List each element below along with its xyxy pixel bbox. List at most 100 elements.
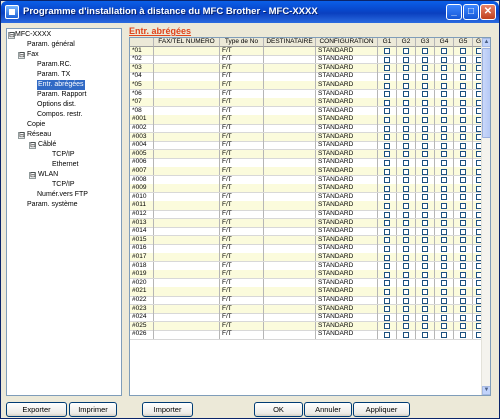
tree-item[interactable]: WLAN <box>38 170 58 180</box>
print-button[interactable]: Imprimer <box>69 402 117 417</box>
group-checkbox[interactable] <box>422 185 428 192</box>
group-checkbox[interactable] <box>384 220 390 227</box>
group-checkbox[interactable] <box>384 263 390 270</box>
group-checkbox[interactable] <box>403 73 409 80</box>
cancel-button[interactable]: Annuler <box>304 402 352 417</box>
group-checkbox[interactable] <box>441 306 447 313</box>
title-bar[interactable]: Programme d'installation à distance du M… <box>1 1 499 23</box>
export-button[interactable]: Exporter <box>6 402 67 417</box>
group-checkbox[interactable] <box>403 314 409 321</box>
group-checkbox[interactable] <box>384 48 390 55</box>
group-checkbox[interactable] <box>441 142 447 149</box>
tree-item[interactable]: Fax <box>27 50 39 60</box>
group-checkbox[interactable] <box>403 194 409 201</box>
group-checkbox[interactable] <box>422 56 428 63</box>
group-checkbox[interactable] <box>460 220 466 227</box>
group-checkbox[interactable] <box>384 228 390 235</box>
group-checkbox[interactable] <box>441 271 447 278</box>
group-checkbox[interactable] <box>422 65 428 72</box>
group-checkbox[interactable] <box>441 263 447 270</box>
column-header[interactable]: CONFIGURATION <box>316 38 378 47</box>
group-checkbox[interactable] <box>460 48 466 55</box>
group-checkbox[interactable] <box>384 271 390 278</box>
group-checkbox[interactable] <box>460 288 466 295</box>
column-header[interactable]: Type de No <box>220 38 264 47</box>
group-checkbox[interactable] <box>403 116 409 123</box>
group-checkbox[interactable] <box>441 151 447 158</box>
tree-item[interactable]: Câblé <box>38 140 56 150</box>
group-checkbox[interactable] <box>384 306 390 313</box>
group-checkbox[interactable] <box>384 56 390 63</box>
tree-expander-icon[interactable]: ⊟ <box>29 171 36 179</box>
tree-item[interactable]: Options dist. <box>37 100 76 110</box>
tree-item[interactable]: TCP/IP <box>52 150 75 160</box>
tree-item[interactable]: Numér.vers FTP <box>37 190 88 200</box>
maximize-button[interactable]: □ <box>463 4 479 20</box>
group-checkbox[interactable] <box>441 108 447 115</box>
group-checkbox[interactable] <box>384 323 390 330</box>
group-checkbox[interactable] <box>441 99 447 106</box>
group-checkbox[interactable] <box>422 314 428 321</box>
group-checkbox[interactable] <box>403 99 409 106</box>
column-header[interactable]: G2 <box>397 38 416 47</box>
minimize-button[interactable]: _ <box>446 4 462 20</box>
group-checkbox[interactable] <box>441 134 447 141</box>
group-checkbox[interactable] <box>384 314 390 321</box>
group-checkbox[interactable] <box>441 48 447 55</box>
group-checkbox[interactable] <box>422 91 428 98</box>
group-checkbox[interactable] <box>384 151 390 158</box>
group-checkbox[interactable] <box>460 263 466 270</box>
tree-expander-icon[interactable]: ⊟ <box>29 141 36 149</box>
group-checkbox[interactable] <box>460 56 466 63</box>
group-checkbox[interactable] <box>403 48 409 55</box>
group-checkbox[interactable] <box>422 263 428 270</box>
group-checkbox[interactable] <box>422 271 428 278</box>
group-checkbox[interactable] <box>403 177 409 184</box>
group-checkbox[interactable] <box>422 211 428 218</box>
group-checkbox[interactable] <box>422 323 428 330</box>
group-checkbox[interactable] <box>460 314 466 321</box>
group-checkbox[interactable] <box>441 116 447 123</box>
group-checkbox[interactable] <box>384 99 390 106</box>
group-checkbox[interactable] <box>460 254 466 261</box>
group-checkbox[interactable] <box>460 151 466 158</box>
group-checkbox[interactable] <box>422 168 428 175</box>
scroll-down-button[interactable]: ▼ <box>482 386 490 395</box>
group-checkbox[interactable] <box>403 56 409 63</box>
group-checkbox[interactable] <box>422 202 428 209</box>
group-checkbox[interactable] <box>384 73 390 80</box>
group-checkbox[interactable] <box>460 237 466 244</box>
group-checkbox[interactable] <box>403 280 409 287</box>
group-checkbox[interactable] <box>460 297 466 304</box>
tree-item[interactable]: Compos. restr. <box>37 110 83 120</box>
group-checkbox[interactable] <box>441 331 447 338</box>
group-checkbox[interactable] <box>403 288 409 295</box>
column-header[interactable]: G3 <box>416 38 435 47</box>
group-checkbox[interactable] <box>403 142 409 149</box>
column-header[interactable] <box>130 38 154 47</box>
group-checkbox[interactable] <box>384 168 390 175</box>
group-checkbox[interactable] <box>460 82 466 89</box>
group-checkbox[interactable] <box>403 271 409 278</box>
scroll-thumb[interactable] <box>482 48 490 138</box>
group-checkbox[interactable] <box>422 288 428 295</box>
tree-item[interactable]: Ethernet <box>52 160 78 170</box>
group-checkbox[interactable] <box>460 306 466 313</box>
group-checkbox[interactable] <box>403 323 409 330</box>
group-checkbox[interactable] <box>403 263 409 270</box>
ok-button[interactable]: OK <box>254 402 303 417</box>
group-checkbox[interactable] <box>460 73 466 80</box>
group-checkbox[interactable] <box>384 185 390 192</box>
group-checkbox[interactable] <box>384 288 390 295</box>
group-checkbox[interactable] <box>422 331 428 338</box>
group-checkbox[interactable] <box>422 237 428 244</box>
group-checkbox[interactable] <box>422 159 428 166</box>
group-checkbox[interactable] <box>441 56 447 63</box>
group-checkbox[interactable] <box>460 108 466 115</box>
column-header[interactable]: G4 <box>435 38 454 47</box>
group-checkbox[interactable] <box>441 91 447 98</box>
group-checkbox[interactable] <box>403 237 409 244</box>
group-checkbox[interactable] <box>403 228 409 235</box>
column-header[interactable]: DESTINATAIRE <box>264 38 316 47</box>
group-checkbox[interactable] <box>403 220 409 227</box>
